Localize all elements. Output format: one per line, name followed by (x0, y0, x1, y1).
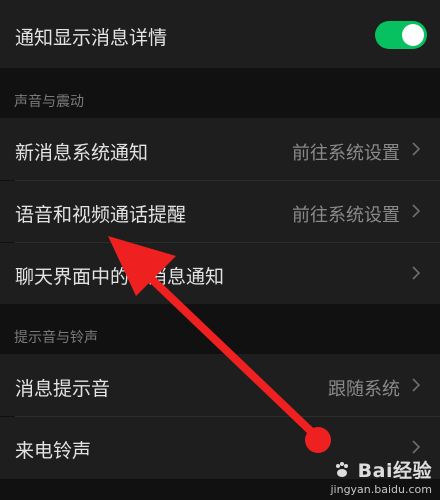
watermark: Bai经验 jingyan.baidu.com (330, 456, 432, 496)
watermark-url: jingyan.baidu.com (330, 483, 432, 496)
chevron-right-icon (412, 378, 421, 392)
in-chat-notification-label: 聊天界面中的新消息通知 (15, 266, 225, 288)
call-reminder-value: 前往系统设置 (292, 205, 400, 226)
message-tone-row[interactable]: 消息提示音 跟随系统 (0, 354, 440, 416)
chevron-right-icon (412, 204, 421, 218)
new-message-notification-label: 新消息系统通知 (15, 142, 149, 164)
ringtone-label: 来电铃声 (15, 440, 92, 462)
show-details-label: 通知显示消息详情 (15, 27, 168, 49)
watermark-logo-text: Bai经验 (357, 460, 432, 482)
in-chat-notification-row[interactable]: 聊天界面中的新消息通知 (0, 243, 440, 304)
section-header-tone-ringtone: 提示音与铃声 (14, 330, 98, 346)
notification-settings-screen: 通知显示消息详情 声音与震动 新消息系统通知 前往系统设置 语音和视频通话提醒 … (0, 0, 440, 500)
call-reminder-row[interactable]: 语音和视频通话提醒 前往系统设置 (0, 181, 440, 242)
chevron-right-icon (412, 266, 421, 280)
paw-icon (335, 462, 348, 477)
call-reminder-label: 语音和视频通话提醒 (15, 204, 187, 226)
toggle-knob (402, 24, 424, 46)
chevron-right-icon (412, 440, 421, 454)
section-header-sound-vibration: 声音与震动 (14, 94, 84, 110)
show-details-toggle[interactable] (375, 21, 427, 49)
new-message-notification-value: 前往系统设置 (292, 143, 400, 164)
watermark-logo: Bai经验 (330, 456, 432, 483)
new-message-notification-row[interactable]: 新消息系统通知 前往系统设置 (0, 118, 440, 180)
show-details-row[interactable]: 通知显示消息详情 (0, 0, 440, 68)
chevron-right-icon (412, 142, 421, 156)
message-tone-value: 跟随系统 (328, 379, 400, 400)
message-tone-label: 消息提示音 (15, 378, 111, 400)
